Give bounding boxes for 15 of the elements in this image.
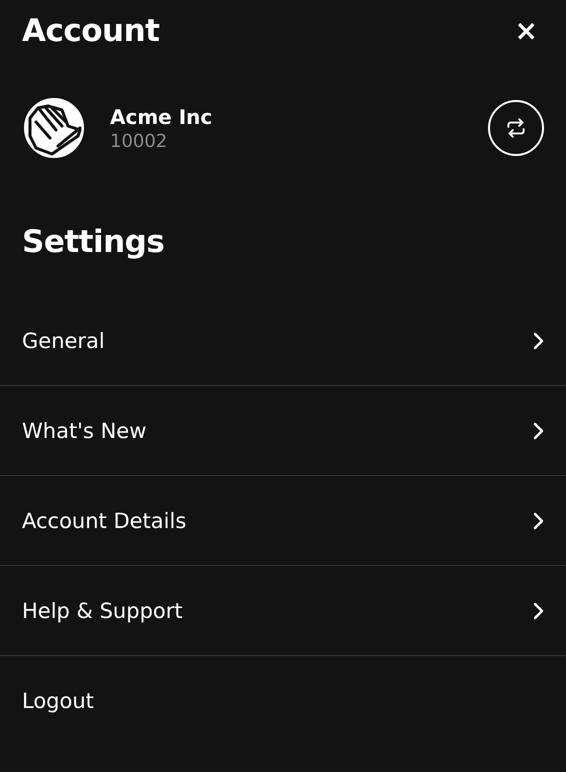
page-title: Account <box>22 13 160 49</box>
account-name: Acme Inc <box>110 104 214 128</box>
settings-item[interactable]: Logout <box>0 656 566 746</box>
settings-item[interactable]: Account Details <box>0 476 566 566</box>
chevron-right-icon <box>532 332 544 350</box>
chevron-right-icon <box>532 512 544 530</box>
account-id: 10002 <box>110 130 168 152</box>
close-button[interactable]: × <box>508 17 544 45</box>
switch-account-button[interactable] <box>488 100 544 156</box>
chevron-right-icon <box>532 602 544 620</box>
settings-item[interactable]: What's New <box>0 386 566 476</box>
settings-item[interactable]: General <box>0 296 566 386</box>
section-title: Settings <box>22 223 166 262</box>
chevron-right-icon <box>532 422 544 440</box>
settings-item[interactable]: Help & Support <box>0 566 566 656</box>
